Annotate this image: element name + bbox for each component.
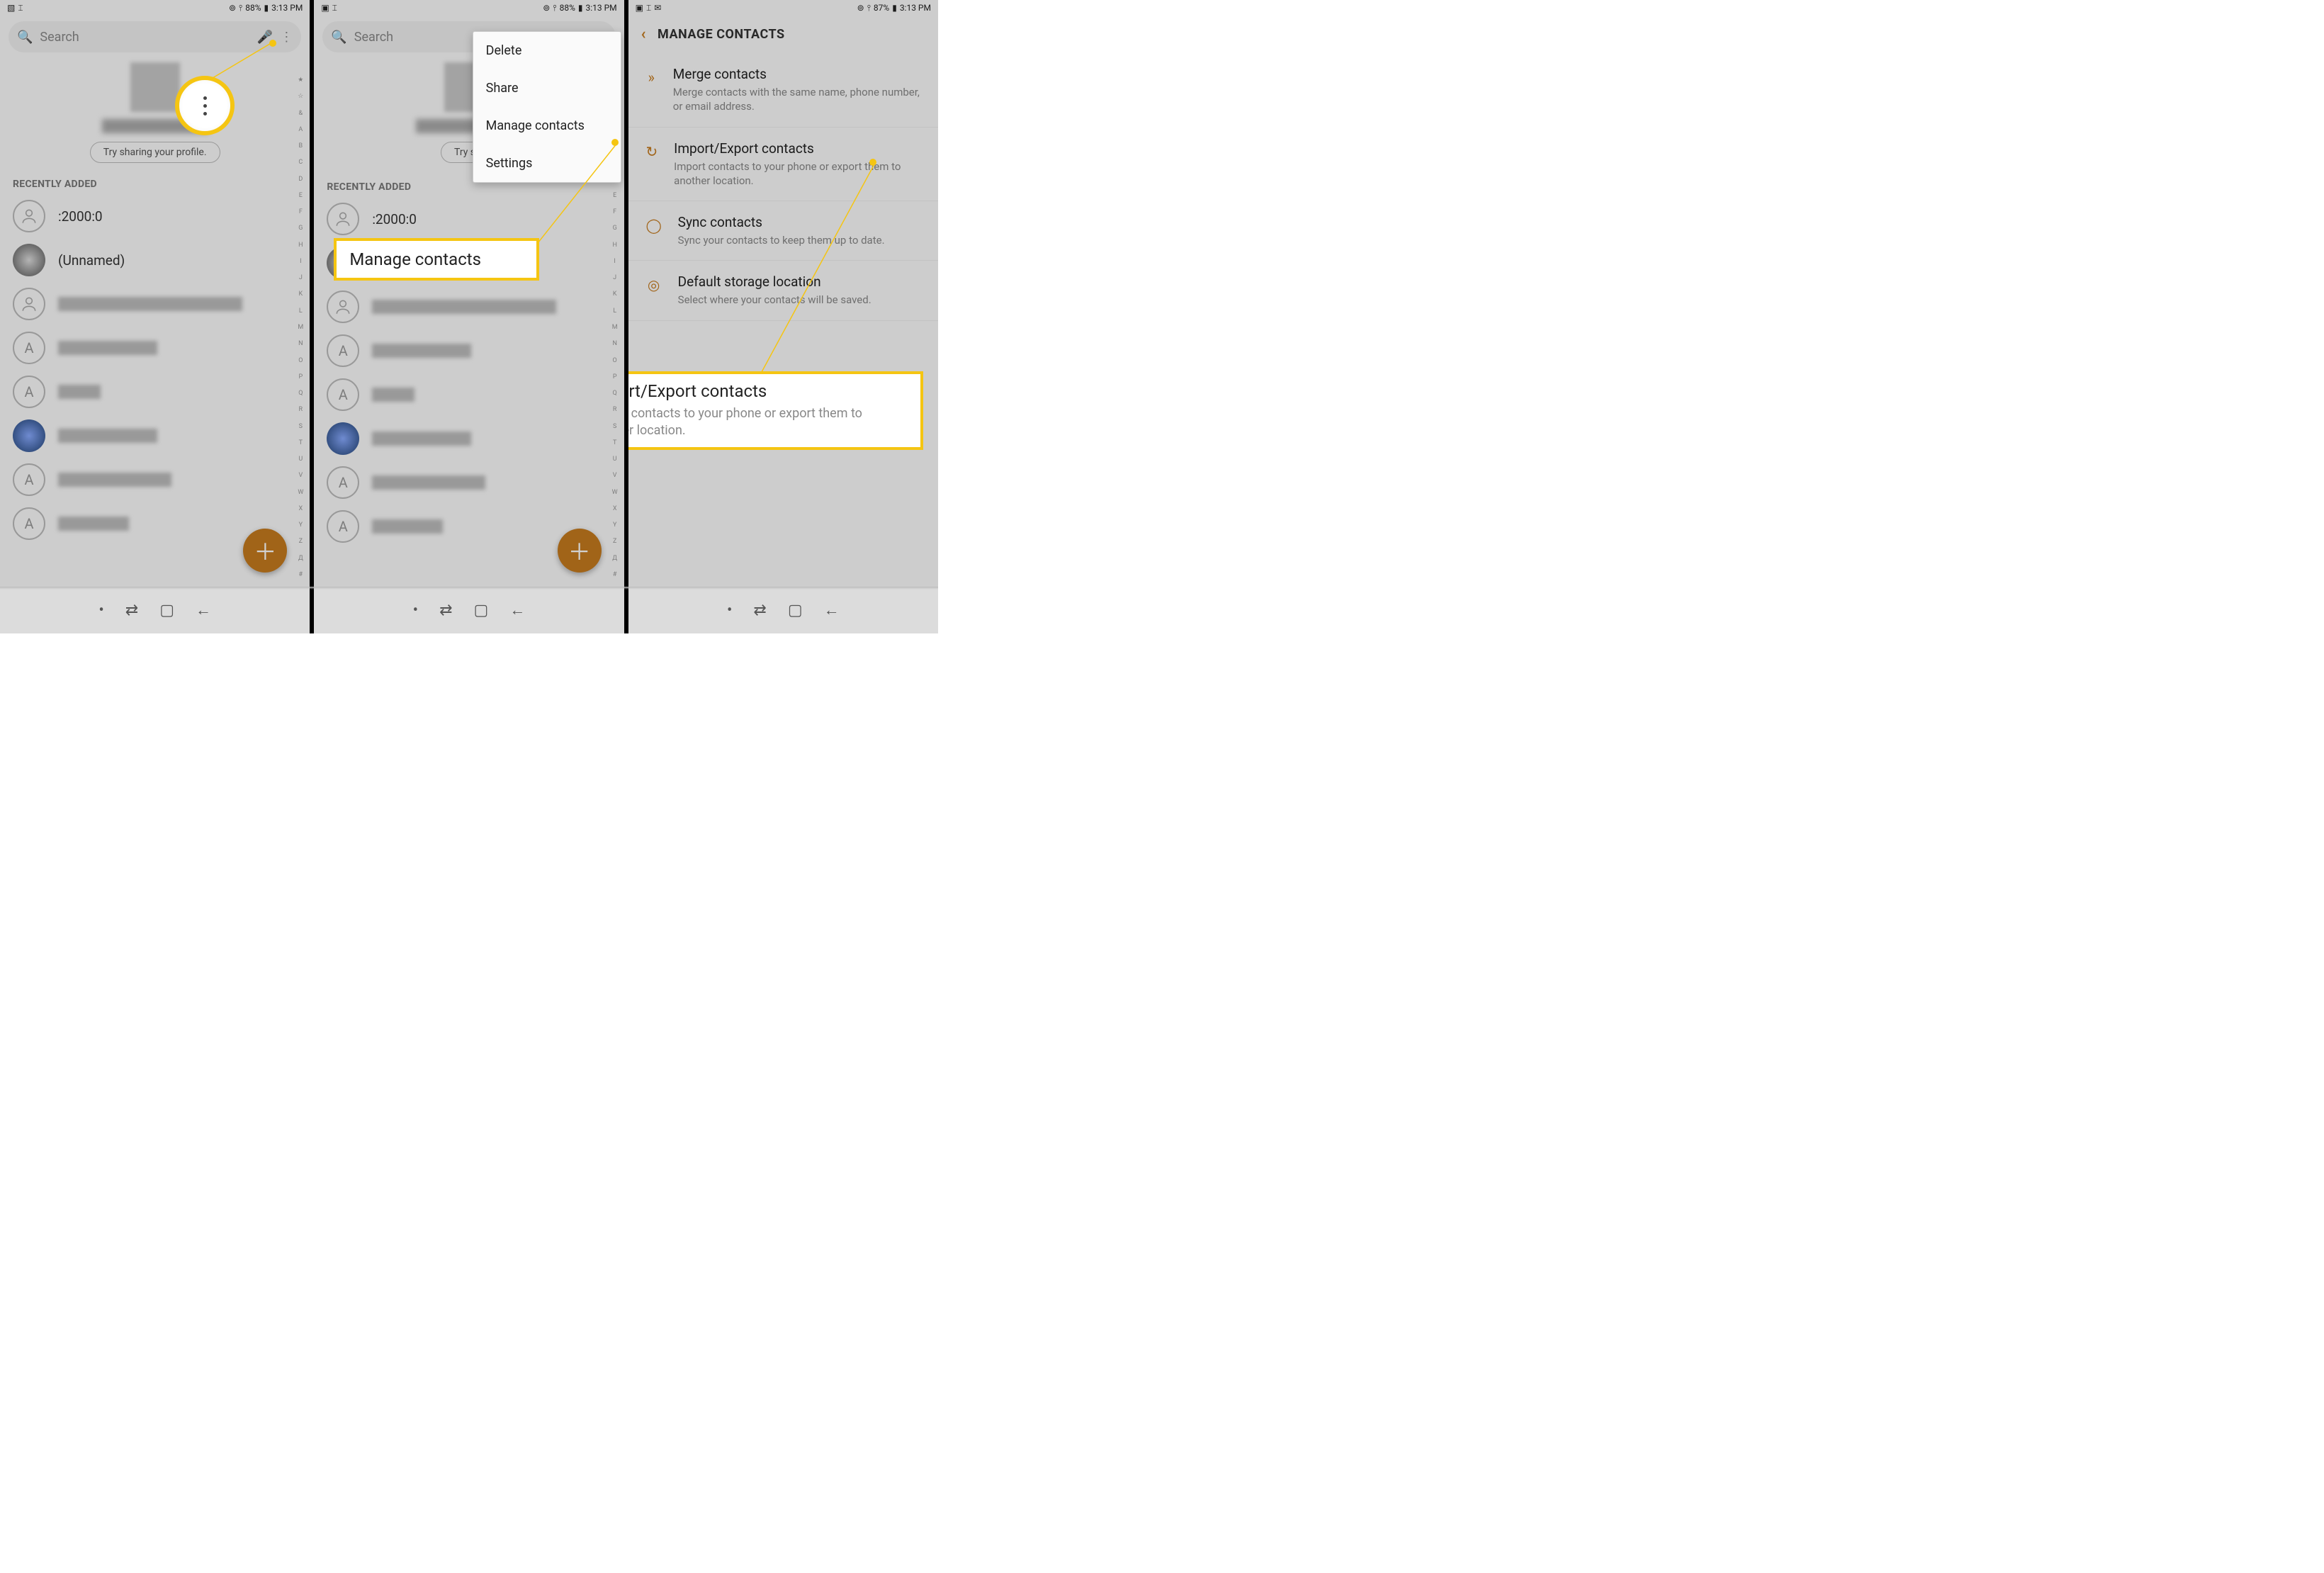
wifi-icon: ⊚ <box>229 3 236 13</box>
screen-contacts-menu: ▣⌶ ⊚⫯88%▮3:13 PM 🔍Search Try sharing you… <box>314 0 628 587</box>
menu-item[interactable]: Share <box>473 69 621 107</box>
contact-row[interactable]: (Unnamed) <box>0 238 310 282</box>
more-icon[interactable]: ⋮ <box>280 30 293 45</box>
screen-manage-contacts: ▣⌶✉ ⊚⫯87%▮3:13 PM ‹ MANAGE CONTACTS »Mer… <box>628 0 938 587</box>
home-icon[interactable]: ▢ <box>159 602 174 619</box>
screen-contacts: ▧⌶ ⊚⫯88%▮3:13 PM 🔍 Search 🎤 ⋮ Try sharin… <box>0 0 314 587</box>
back-icon[interactable]: ← <box>196 601 211 619</box>
voicemail-icon: ⌶ <box>18 3 23 13</box>
manage-option[interactable]: ◯Sync contactsSync your contacts to keep… <box>628 201 938 261</box>
search-icon: 🔍 <box>17 30 33 45</box>
contact-row[interactable] <box>314 417 624 461</box>
menu-item[interactable]: Delete <box>473 32 621 69</box>
index-scroller[interactable]: ★☆&ABCDEFGHIJKLMNOPQRSTUVWXYZД# <box>294 77 307 578</box>
section-header: RECENTLY ADDED <box>0 169 310 194</box>
system-nav: •⇄▢← •⇄▢← •⇄▢← <box>0 587 938 633</box>
overflow-menu: DeleteShareManage contactsSettings <box>473 31 621 183</box>
recents-icon[interactable]: ⇄ <box>125 602 138 619</box>
contact-row[interactable]: A <box>0 326 310 370</box>
search-bar[interactable]: 🔍 Search 🎤 ⋮ <box>9 21 301 52</box>
option-icon: » <box>644 66 659 114</box>
callout-import-export: Import/Export contacts Import contacts t… <box>628 371 923 450</box>
back-icon[interactable]: ‹ <box>641 26 646 43</box>
option-icon: ↻ <box>644 140 660 188</box>
callout-more-button <box>175 76 235 135</box>
add-contact-fab[interactable]: ＋ <box>243 529 287 573</box>
callout-manage-contacts: Manage contacts <box>334 238 539 281</box>
add-contact-fab[interactable]: ＋ <box>558 529 602 573</box>
contact-row[interactable]: A <box>0 458 310 502</box>
signal-icon: ⫯ <box>239 3 242 13</box>
profile-card[interactable]: Try sharing your profile. <box>0 57 310 169</box>
page-header: ‹ MANAGE CONTACTS <box>628 16 938 53</box>
search-placeholder: Search <box>40 30 249 45</box>
search-icon: 🔍 <box>331 30 346 45</box>
contact-row[interactable]: :2000:0 <box>0 194 310 238</box>
try-sharing-button[interactable]: Try sharing your profile. <box>90 142 220 163</box>
manage-option[interactable]: »Merge contactsMerge contacts with the s… <box>628 53 938 128</box>
status-bar: ▣⌶✉ ⊚⫯87%▮3:13 PM <box>628 0 938 16</box>
option-icon: ◎ <box>644 274 664 307</box>
page-title: MANAGE CONTACTS <box>658 27 785 42</box>
nav-dot: • <box>98 602 103 619</box>
status-bar: ▣⌶ ⊚⫯88%▮3:13 PM <box>314 0 624 16</box>
profile-avatar <box>130 62 180 112</box>
contact-row[interactable]: :2000:0 <box>314 197 624 241</box>
vitals-icon: ▧ <box>7 3 15 13</box>
contact-row[interactable] <box>0 414 310 458</box>
contact-row[interactable] <box>314 285 624 329</box>
battery-icon: ▮ <box>264 3 269 13</box>
contact-row[interactable]: A <box>314 373 624 417</box>
menu-item[interactable]: Settings <box>473 145 621 182</box>
contact-row[interactable]: A <box>314 329 624 373</box>
contact-row[interactable]: A <box>0 370 310 414</box>
menu-item[interactable]: Manage contacts <box>473 107 621 145</box>
manage-option[interactable]: ↻Import/Export contactsImport contacts t… <box>628 128 938 202</box>
contact-row[interactable]: A <box>314 461 624 504</box>
status-bar: ▧⌶ ⊚⫯88%▮3:13 PM <box>0 0 310 16</box>
contact-row[interactable] <box>0 282 310 326</box>
option-icon: ◯ <box>644 214 664 247</box>
manage-option[interactable]: ◎Default storage locationSelect where yo… <box>628 261 938 320</box>
